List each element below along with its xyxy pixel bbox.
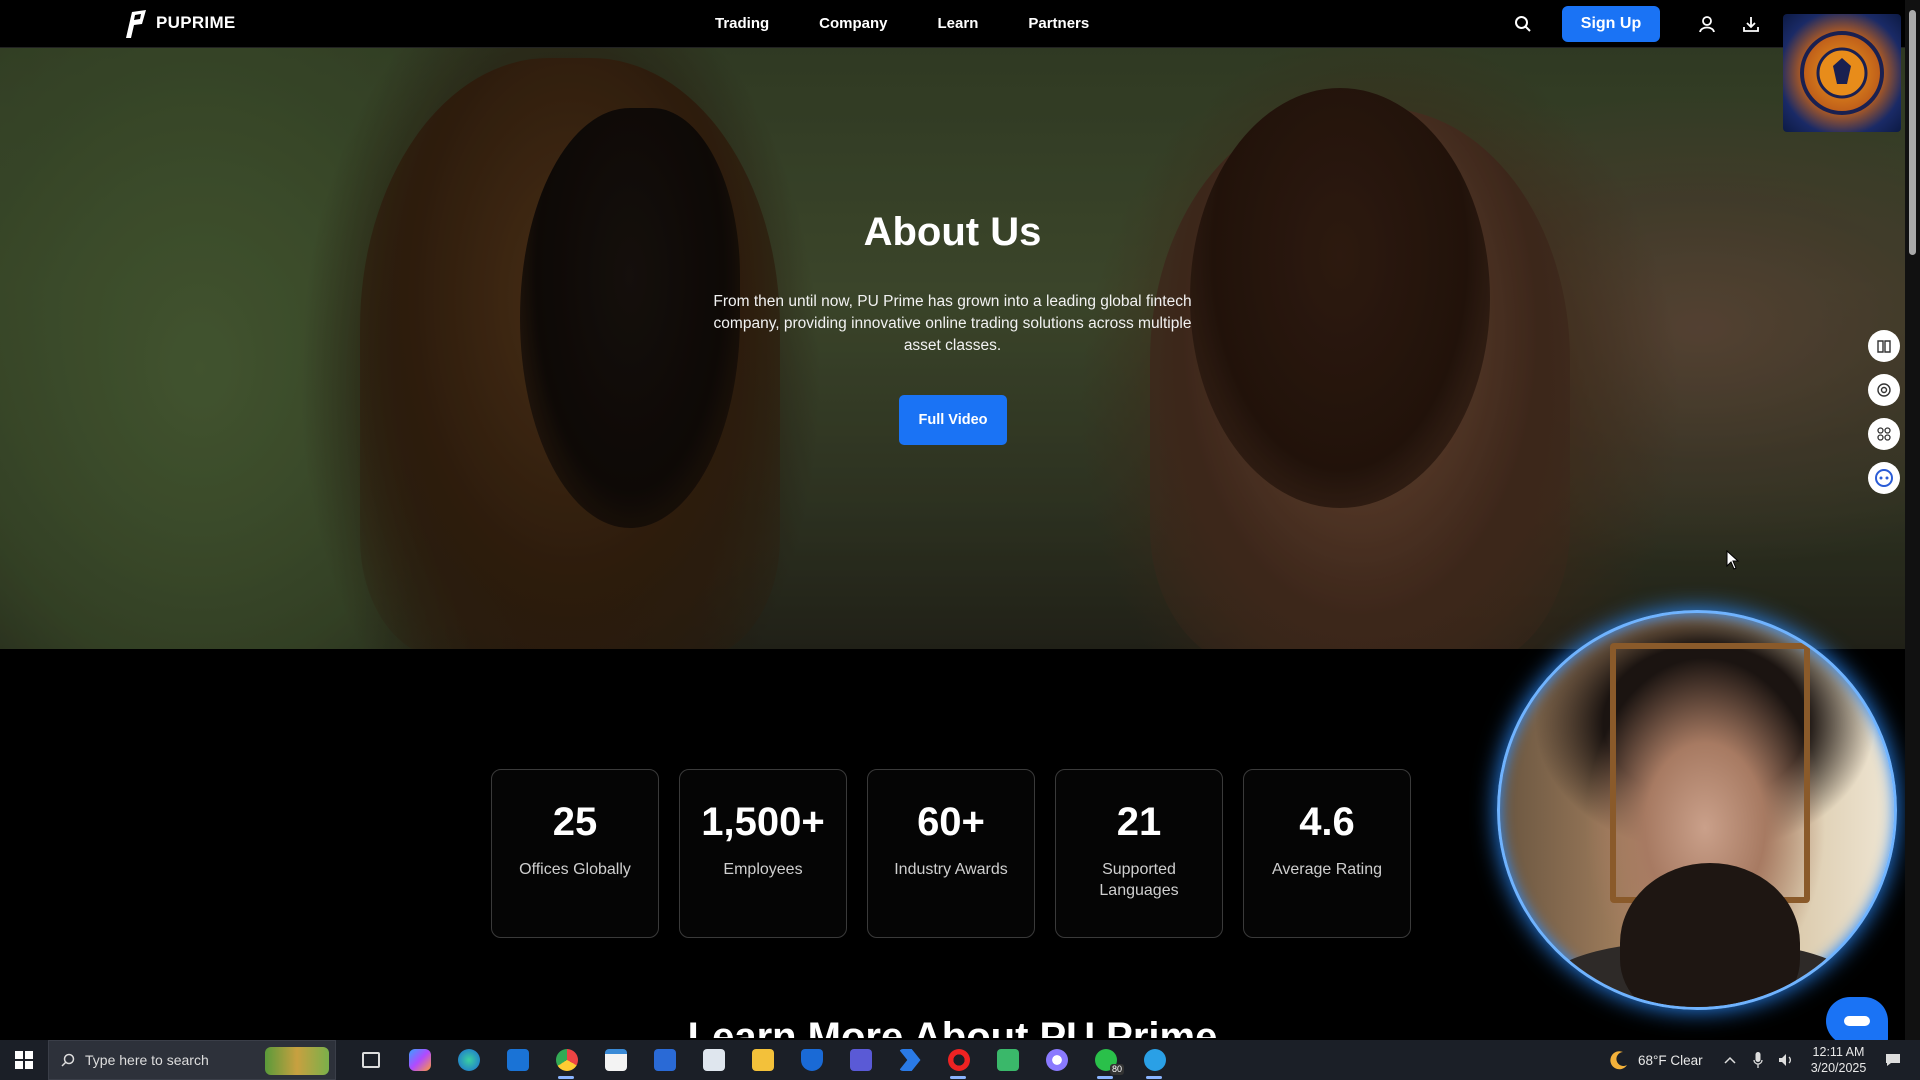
chat-bot-icon[interactable] bbox=[1868, 462, 1900, 494]
stat-value: 4.6 bbox=[1299, 800, 1355, 844]
stat-label: Offices Globally bbox=[519, 861, 631, 878]
side-tool-bar bbox=[1868, 330, 1900, 494]
nav-trading[interactable]: Trading bbox=[715, 0, 769, 48]
moon-icon bbox=[1610, 1051, 1627, 1070]
nav-company[interactable]: Company bbox=[819, 0, 887, 48]
weather-text: 68°F Clear bbox=[1638, 1052, 1703, 1068]
search-highlight-art bbox=[265, 1047, 329, 1075]
settings-gear-icon[interactable] bbox=[1032, 1040, 1081, 1080]
book-icon[interactable] bbox=[1868, 330, 1900, 362]
stat-label: Average Rating bbox=[1272, 861, 1382, 878]
page-title: About Us bbox=[863, 210, 1042, 254]
system-tray: 68°F Clear 12:11 AM 3/20/2025 bbox=[1608, 1040, 1904, 1080]
weather-widget[interactable]: 68°F Clear bbox=[1608, 1049, 1703, 1071]
notepad-icon[interactable] bbox=[689, 1040, 738, 1080]
stat-card-offices: 25 Offices Globally bbox=[491, 769, 659, 938]
notifications-icon[interactable] bbox=[1882, 1049, 1904, 1071]
mouse-cursor-icon bbox=[1726, 550, 1740, 570]
android-app-icon[interactable] bbox=[983, 1040, 1032, 1080]
stat-card-awards: 60+ Industry Awards bbox=[867, 769, 1035, 938]
brand-logo[interactable]: PUPRIME bbox=[118, 6, 236, 40]
full-video-button[interactable]: Full Video bbox=[899, 395, 1007, 445]
microphone-icon[interactable] bbox=[1747, 1049, 1769, 1071]
copilot-icon[interactable] bbox=[395, 1040, 444, 1080]
scrollbar-thumb[interactable] bbox=[1909, 10, 1916, 255]
whatsapp-badge: 80 bbox=[1109, 1064, 1124, 1075]
nav-partners[interactable]: Partners bbox=[1028, 0, 1089, 48]
store-icon[interactable] bbox=[591, 1040, 640, 1080]
taskbar-search[interactable]: Type here to search bbox=[48, 1040, 336, 1080]
task-view-icon[interactable] bbox=[346, 1040, 395, 1080]
search-icon bbox=[61, 1053, 75, 1067]
stats-row: 25 Offices Globally 1,500+ Employees 60+… bbox=[491, 769, 1411, 938]
security-shield-icon[interactable] bbox=[787, 1040, 836, 1080]
webcam-person-beard bbox=[1620, 863, 1800, 1007]
hero-description: From then until now, PU Prime has grown … bbox=[713, 293, 1192, 354]
puprime-logo-icon bbox=[126, 10, 146, 38]
stat-value: 21 bbox=[1116, 800, 1162, 844]
stat-card-rating: 4.6 Average Rating bbox=[1243, 769, 1411, 938]
chevron-up-icon[interactable] bbox=[1719, 1049, 1741, 1071]
page-scrollbar[interactable] bbox=[1905, 0, 1920, 1040]
stat-label: Supported Languages bbox=[1099, 861, 1179, 899]
stat-card-employees: 1,500+ Employees bbox=[679, 769, 847, 938]
stat-label: Employees bbox=[723, 861, 803, 878]
target-icon[interactable] bbox=[1868, 374, 1900, 406]
stat-value: 60+ bbox=[917, 800, 985, 844]
taskbar-search-placeholder: Type here to search bbox=[85, 1052, 209, 1068]
teams-icon[interactable] bbox=[836, 1040, 885, 1080]
clock-date: 3/20/2025 bbox=[1810, 1061, 1867, 1075]
telegram-icon[interactable] bbox=[1130, 1040, 1179, 1080]
power-automate-icon[interactable] bbox=[885, 1040, 934, 1080]
download-icon[interactable] bbox=[1738, 11, 1764, 37]
user-icon[interactable] bbox=[1694, 11, 1720, 37]
file-explorer-icon[interactable] bbox=[738, 1040, 787, 1080]
edge-icon[interactable] bbox=[444, 1040, 493, 1080]
webcam-overlay bbox=[1497, 610, 1897, 1010]
stat-label: Industry Awards bbox=[894, 861, 1008, 878]
hero-section: About Us From then until now, PU Prime h… bbox=[0, 48, 1905, 649]
stat-value: 1,500+ bbox=[701, 800, 825, 844]
clock[interactable]: 12:11 AM 3/20/2025 bbox=[1811, 1044, 1867, 1076]
docs-icon[interactable] bbox=[640, 1040, 689, 1080]
whatsapp-icon[interactable]: 80 bbox=[1081, 1040, 1130, 1080]
outlook-icon[interactable] bbox=[493, 1040, 542, 1080]
windows-start-icon[interactable] bbox=[0, 1040, 48, 1080]
stat-card-languages: 21 Supported Languages bbox=[1055, 769, 1223, 938]
stream-badge-logo bbox=[1783, 14, 1901, 132]
opera-icon[interactable] bbox=[934, 1040, 983, 1080]
stat-value: 25 bbox=[552, 800, 598, 844]
apps-icon[interactable] bbox=[1868, 418, 1900, 450]
top-nav: PUPRIME Trading Company Learn Partners S… bbox=[0, 0, 1905, 48]
volume-icon[interactable] bbox=[1775, 1049, 1797, 1071]
live-chat-button[interactable] bbox=[1826, 997, 1888, 1045]
clock-time: 12:11 AM bbox=[1812, 1045, 1865, 1059]
sign-up-button[interactable]: Sign Up bbox=[1562, 6, 1660, 42]
brand-name: PUPRIME bbox=[156, 13, 236, 32]
windows-taskbar: Type here to search 80 68°F Clear 12:11 … bbox=[0, 1040, 1920, 1080]
nav-learn[interactable]: Learn bbox=[938, 0, 979, 48]
section-heading-learn-more: Learn More About PU Prime bbox=[687, 1015, 1218, 1038]
search-icon[interactable] bbox=[1510, 11, 1536, 37]
chrome-icon[interactable] bbox=[542, 1040, 591, 1080]
